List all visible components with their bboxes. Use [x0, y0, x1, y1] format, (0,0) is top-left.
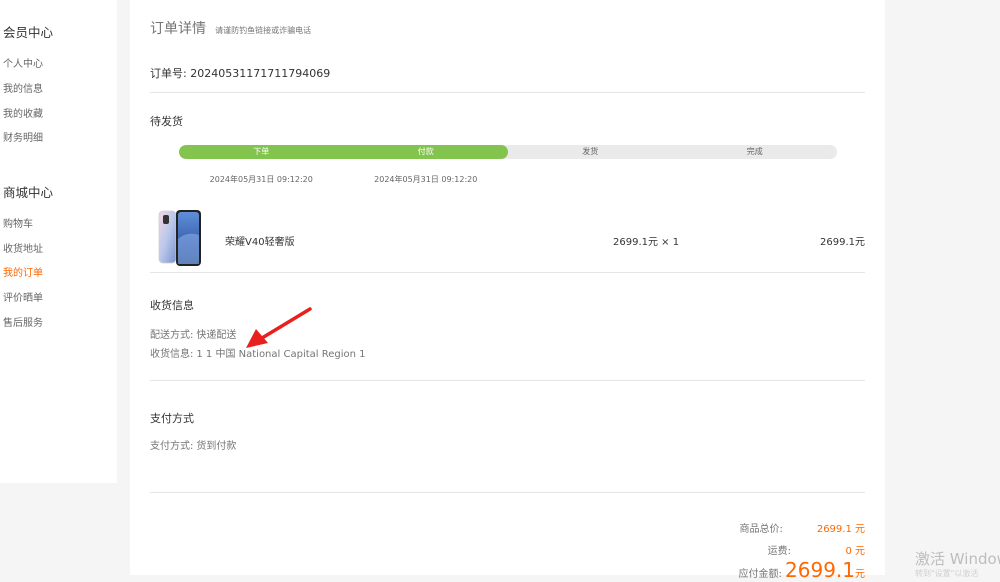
order-detail-panel: 订单详情 请谨防钓鱼链接或诈骗电话 订单号: 20240531171711794… [130, 0, 885, 582]
shipping-fee-value: 0 元 [845, 546, 865, 557]
shipping-method-label: 配送方式: [150, 330, 194, 341]
step-label-shipped: 发货 [582, 147, 599, 156]
sidebar-item-my-info[interactable]: 我的信息 [3, 80, 43, 95]
page-title: 订单详情 [150, 21, 206, 37]
divider [150, 272, 865, 273]
shipping-fee-label: 运费: [767, 546, 791, 557]
sidebar-item-cart[interactable]: 购物车 [3, 215, 33, 230]
sidebar: 会员中心 个人中心 我的信息 我的收藏 财务明细 商城中心 购物车 收货地址 我… [0, 0, 117, 483]
step-label-complete: 完成 [746, 147, 763, 156]
sidebar-item-after-sales[interactable]: 售后服务 [3, 314, 43, 329]
sidebar-group-member-title: 会员中心 [3, 25, 54, 40]
goods-total-value: 2699.1 元 [816, 524, 865, 535]
shipping-address-value: 1 1 中国 National Capital Region 1 [196, 349, 366, 360]
step-time-order: 2024年05月31日 09:12:20 [209, 175, 313, 184]
sidebar-item-address[interactable]: 收货地址 [3, 240, 43, 255]
divider [150, 92, 865, 93]
phone-image-icon [158, 210, 201, 266]
shipping-address-label: 收货信息: [150, 349, 194, 360]
goods-total-label: 商品总价: [739, 524, 783, 535]
page-header: 订单详情 请谨防钓鱼链接或诈骗电话 [150, 18, 311, 38]
step-label-paid: 付款 [417, 147, 434, 156]
order-number: 订单号: 20240531171711794069 [150, 65, 330, 81]
payable-row: 应付金额: 2699.1元 [738, 558, 865, 582]
shipping-method-row: 配送方式: 快递配送 [150, 326, 236, 341]
product-unit-price: 2699.1元 × 1 [613, 237, 680, 248]
shipping-method-value: 快递配送 [196, 330, 237, 341]
shipping-section-title: 收货信息 [150, 299, 194, 312]
sidebar-item-favorites[interactable]: 我的收藏 [3, 105, 43, 120]
order-status: 待发货 [150, 115, 183, 128]
payment-method-row: 支付方式: 货到付款 [150, 437, 236, 452]
windows-activation-watermark: 激活 Windows [915, 550, 1000, 568]
shipping-fee-row: 运费: 0 元 [768, 542, 865, 557]
page-subtitle: 请谨防钓鱼链接或诈骗电话 [215, 26, 312, 35]
sidebar-item-personal-center[interactable]: 个人中心 [3, 55, 43, 70]
goods-total-row: 商品总价: 2699.1 元 [739, 520, 865, 535]
product-total-price: 2699.1元 [820, 237, 865, 248]
sidebar-item-reviews[interactable]: 评价晒单 [3, 289, 43, 304]
windows-activation-subtitle: 转到"设置"以激活 [915, 569, 979, 578]
step-label-order: 下单 [253, 147, 270, 156]
payment-section-title: 支付方式 [150, 412, 194, 425]
divider [150, 492, 865, 493]
payment-method-label: 支付方式: [150, 441, 194, 452]
payable-amount: 2699.1 [785, 558, 855, 582]
sidebar-item-finance[interactable]: 财务明细 [3, 129, 43, 144]
sidebar-group-mall-title: 商城中心 [3, 185, 54, 200]
product-name[interactable]: 荣耀V40轻奢版 [225, 233, 295, 248]
step-time-paid: 2024年05月31日 09:12:20 [374, 175, 478, 184]
divider [150, 380, 865, 381]
payment-method-value: 货到付款 [196, 441, 237, 452]
product-image[interactable] [157, 209, 203, 267]
annotation-arrow-icon [246, 307, 312, 348]
sidebar-item-my-orders[interactable]: 我的订单 [3, 264, 43, 279]
order-number-value: 20240531171711794069 [190, 67, 331, 80]
order-number-label: 订单号: [150, 67, 187, 80]
